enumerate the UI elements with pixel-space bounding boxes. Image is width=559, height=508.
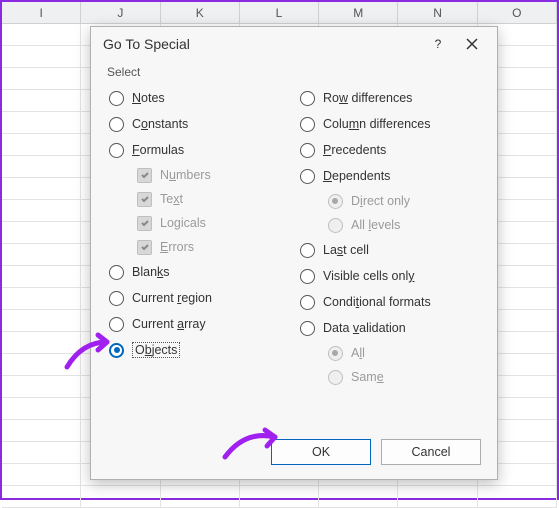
radio-icon xyxy=(109,143,124,158)
checkbox-icon xyxy=(137,168,152,183)
radio-icon xyxy=(328,346,343,361)
col-header[interactable]: O xyxy=(478,2,557,23)
close-button[interactable] xyxy=(455,30,489,58)
go-to-special-dialog: Go To Special ? Select Notes Constants F… xyxy=(90,26,498,480)
radio-icon xyxy=(300,321,315,336)
cell[interactable] xyxy=(161,486,240,507)
cell[interactable] xyxy=(2,486,81,507)
cell[interactable] xyxy=(2,46,81,67)
cell[interactable] xyxy=(81,486,160,507)
radio-icon xyxy=(300,91,315,106)
col-header[interactable]: I xyxy=(2,2,81,23)
help-button[interactable]: ? xyxy=(421,30,455,58)
radio-precedents[interactable]: Precedents xyxy=(298,137,481,163)
cell[interactable] xyxy=(478,486,557,507)
cell[interactable] xyxy=(2,200,81,221)
cell[interactable] xyxy=(2,266,81,287)
cell[interactable] xyxy=(2,420,81,441)
radio-objects[interactable]: Objects xyxy=(107,337,290,363)
cell[interactable] xyxy=(2,398,81,419)
radio-dependents[interactable]: Dependents xyxy=(298,163,481,189)
cell[interactable] xyxy=(319,486,398,507)
cell[interactable] xyxy=(2,244,81,265)
check-errors: Errors xyxy=(107,235,290,259)
col-header[interactable]: M xyxy=(319,2,398,23)
radio-icon xyxy=(109,91,124,106)
cancel-button[interactable]: Cancel xyxy=(381,439,481,465)
cell[interactable] xyxy=(2,24,81,45)
cell[interactable] xyxy=(2,178,81,199)
dialog-titlebar: Go To Special ? xyxy=(91,27,497,61)
radio-same: Same xyxy=(298,365,481,389)
dialog-title: Go To Special xyxy=(103,36,421,52)
radio-conditional-formats[interactable]: Conditional formats xyxy=(298,289,481,315)
cell[interactable] xyxy=(2,288,81,309)
radio-notes[interactable]: Notes xyxy=(107,85,290,111)
ok-button[interactable]: OK xyxy=(271,439,371,465)
cell[interactable] xyxy=(2,156,81,177)
col-header[interactable]: N xyxy=(398,2,477,23)
checkbox-icon xyxy=(137,192,152,207)
radio-icon xyxy=(328,370,343,385)
col-header[interactable]: L xyxy=(240,2,319,23)
cell[interactable] xyxy=(2,376,81,397)
radio-visible-cells-only[interactable]: Visible cells only xyxy=(298,263,481,289)
cell[interactable] xyxy=(2,464,81,485)
radio-icon xyxy=(300,295,315,310)
cell[interactable] xyxy=(240,486,319,507)
cell[interactable] xyxy=(2,222,81,243)
radio-formulas[interactable]: Formulas xyxy=(107,137,290,163)
radio-icon xyxy=(300,143,315,158)
check-logicals: Logicals xyxy=(107,211,290,235)
radio-icon xyxy=(300,269,315,284)
col-header[interactable]: J xyxy=(81,2,160,23)
radio-icon xyxy=(300,169,315,184)
check-text: Text xyxy=(107,187,290,211)
cell[interactable] xyxy=(2,310,81,331)
cell[interactable] xyxy=(2,112,81,133)
radio-icon xyxy=(109,343,124,358)
cell[interactable] xyxy=(2,90,81,111)
cell[interactable] xyxy=(2,134,81,155)
checkbox-icon xyxy=(137,240,152,255)
cell[interactable] xyxy=(2,332,81,353)
cell[interactable] xyxy=(2,68,81,89)
cell[interactable] xyxy=(2,442,81,463)
radio-icon xyxy=(109,317,124,332)
radio-all: All xyxy=(298,341,481,365)
col-header[interactable]: K xyxy=(161,2,240,23)
radio-current-array[interactable]: Current array xyxy=(107,311,290,337)
cell[interactable] xyxy=(398,486,477,507)
cell[interactable] xyxy=(2,354,81,375)
radio-data-validation[interactable]: Data validation xyxy=(298,315,481,341)
select-label: Select xyxy=(107,65,481,79)
radio-last-cell[interactable]: Last cell xyxy=(298,237,481,263)
radio-direct-only: Direct only xyxy=(298,189,481,213)
radio-icon xyxy=(300,117,315,132)
radio-icon xyxy=(109,291,124,306)
check-numbers: Numbers xyxy=(107,163,290,187)
column-headers: I J K L M N O xyxy=(2,2,557,24)
radio-icon xyxy=(328,218,343,233)
radio-constants[interactable]: Constants xyxy=(107,111,290,137)
radio-column-differences[interactable]: Column differences xyxy=(298,111,481,137)
radio-icon xyxy=(300,243,315,258)
radio-row-differences[interactable]: Row differences xyxy=(298,85,481,111)
radio-blanks[interactable]: Blanks xyxy=(107,259,290,285)
radio-icon xyxy=(109,265,124,280)
radio-icon xyxy=(328,194,343,209)
checkbox-icon xyxy=(137,216,152,231)
radio-current-region[interactable]: Current region xyxy=(107,285,290,311)
radio-icon xyxy=(109,117,124,132)
radio-all-levels: All levels xyxy=(298,213,481,237)
